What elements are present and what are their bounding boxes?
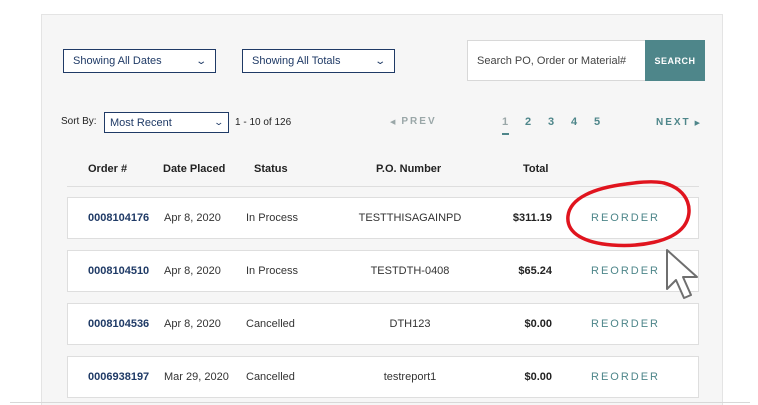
order-total: $0.00	[524, 318, 552, 330]
totals-filter-dropdown[interactable]: Showing All Totals ⌄	[242, 49, 395, 73]
order-date: Apr 8, 2020	[164, 318, 221, 330]
chevron-down-icon: ⌄	[213, 117, 225, 127]
order-total: $0.00	[524, 371, 552, 383]
po-number: testreport1	[383, 371, 437, 383]
table-row: 0008104536 Apr 8, 2020 Cancelled DTH123 …	[67, 303, 699, 345]
chevron-down-icon: ⌄	[373, 55, 386, 67]
order-status: In Process	[246, 265, 298, 277]
prev-page-button[interactable]: ◀ PREV	[390, 116, 437, 127]
divider	[10, 402, 750, 403]
column-header-total: Total	[523, 163, 549, 175]
chevron-right-icon: ▶	[694, 119, 701, 127]
sort-select-value: Most Recent	[110, 116, 172, 129]
search-button[interactable]: SEARCH	[645, 40, 705, 81]
table-row: 0008104510 Apr 8, 2020 In Process TESTDT…	[67, 250, 699, 292]
chevron-left-icon: ◀	[390, 118, 396, 126]
order-number-link[interactable]: 0006938197	[88, 357, 149, 397]
column-header-date: Date Placed	[163, 163, 226, 175]
po-number: DTH123	[389, 318, 431, 330]
search-input[interactable]	[467, 40, 645, 81]
next-page-button[interactable]: NEXT ▶	[656, 117, 700, 128]
page-numbers: 1 2 3 4 5	[502, 116, 617, 135]
result-range: 1 - 10 of 126	[235, 117, 292, 128]
reorder-button[interactable]: REORDER	[591, 357, 660, 397]
order-status: Cancelled	[246, 318, 295, 330]
column-header-po: P.O. Number	[376, 163, 442, 175]
dates-filter-label: Showing All Dates	[73, 55, 162, 67]
sort-select[interactable]: Most Recent ⌄	[104, 112, 229, 133]
page-2-link[interactable]: 2	[525, 116, 548, 128]
order-number-link[interactable]: 0008104510	[88, 251, 149, 291]
table-header-divider	[67, 186, 699, 187]
po-number: TESTTHISAGAINPD	[358, 212, 462, 224]
order-number-link[interactable]: 0008104536	[88, 304, 149, 344]
reorder-button[interactable]: REORDER	[591, 198, 660, 238]
order-status: In Process	[246, 212, 298, 224]
order-total: $65.24	[518, 265, 552, 277]
table-row: 0006938197 Mar 29, 2020 Cancelled testre…	[67, 356, 699, 398]
reorder-button[interactable]: REORDER	[591, 251, 660, 291]
dates-filter-dropdown[interactable]: Showing All Dates ⌄	[63, 49, 216, 73]
page-4-link[interactable]: 4	[571, 116, 594, 128]
next-label: NEXT	[656, 117, 691, 128]
order-number-link[interactable]: 0008104176	[88, 198, 149, 238]
page-3-link[interactable]: 3	[548, 116, 571, 128]
page-1-link[interactable]: 1	[502, 116, 525, 135]
chevron-down-icon: ⌄	[194, 55, 207, 67]
order-date: Apr 8, 2020	[164, 265, 221, 277]
prev-label: PREV	[401, 116, 437, 127]
sort-by-label: Sort By:	[61, 116, 97, 127]
totals-filter-label: Showing All Totals	[252, 55, 341, 67]
po-number: TESTDTH-0408	[370, 265, 450, 277]
order-status: Cancelled	[246, 371, 295, 383]
column-header-status: Status	[254, 163, 288, 175]
reorder-button[interactable]: REORDER	[591, 304, 660, 344]
page-5-link[interactable]: 5	[594, 116, 617, 128]
column-header-order: Order #	[88, 163, 128, 175]
order-total: $311.19	[512, 212, 552, 224]
order-date: Mar 29, 2020	[164, 371, 229, 383]
order-date: Apr 8, 2020	[164, 212, 221, 224]
table-row: 0008104176 Apr 8, 2020 In Process TESTTH…	[67, 197, 699, 239]
